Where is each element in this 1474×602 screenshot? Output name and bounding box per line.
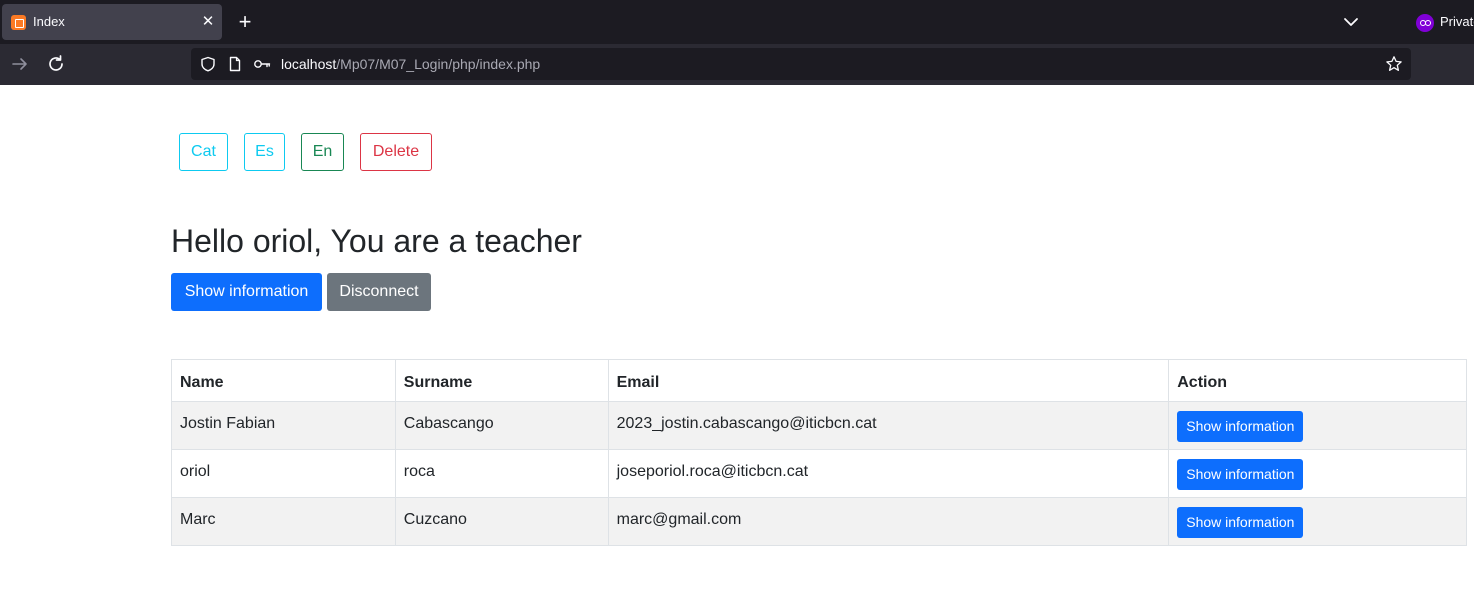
url-host: localhost bbox=[281, 56, 337, 72]
table-row: Jostin Fabian Cabascango 2023_jostin.cab… bbox=[171, 401, 1467, 450]
cell-email: joseporiol.roca@iticbcn.cat bbox=[607, 449, 1170, 498]
key-icon[interactable] bbox=[253, 56, 271, 72]
browser-tab-bar: Index ✕ + Private bbox=[0, 0, 1474, 44]
header-action: Action bbox=[1168, 359, 1467, 402]
cell-name: Jostin Fabian bbox=[171, 401, 396, 450]
cell-surname-text: Cuzcano bbox=[403, 510, 467, 528]
private-mask-icon bbox=[1416, 14, 1434, 32]
cell-surname: roca bbox=[394, 449, 609, 498]
cell-surname: Cabascango bbox=[394, 401, 609, 450]
cell-surname: Cuzcano bbox=[394, 497, 609, 546]
cell-action: Show information bbox=[1168, 449, 1467, 498]
row-show-information-button[interactable]: Show information bbox=[1177, 459, 1304, 490]
greeting-heading: Hello oriol, You are a teacher bbox=[171, 223, 582, 259]
cell-action: Show information bbox=[1168, 401, 1467, 450]
cell-name-text: Jostin Fabian bbox=[180, 414, 276, 432]
cell-surname-text: Cabascango bbox=[403, 414, 494, 432]
url-bar[interactable]: localhost/Mp07/M07_Login/php/index.php bbox=[191, 48, 1411, 80]
table-header-row: Name Surname Email Action bbox=[171, 359, 1467, 402]
cell-name-text: oriol bbox=[180, 462, 211, 480]
row-show-information-button[interactable]: Show information bbox=[1177, 507, 1304, 538]
table-row: oriol roca joseporiol.roca@iticbcn.cat S… bbox=[171, 449, 1467, 498]
show-information-button[interactable]: Show information bbox=[171, 273, 322, 311]
close-icon[interactable]: ✕ bbox=[198, 12, 218, 32]
chevron-down-icon[interactable] bbox=[1339, 10, 1363, 34]
header-email: Email bbox=[607, 359, 1170, 402]
cell-name-text: Marc bbox=[180, 510, 216, 528]
language-button-en[interactable]: En bbox=[301, 133, 344, 171]
star-icon[interactable] bbox=[1385, 55, 1403, 73]
url-path: /Mp07/M07_Login/php/index.php bbox=[336, 56, 541, 72]
cell-surname-text: roca bbox=[403, 462, 435, 480]
plus-icon[interactable]: + bbox=[234, 11, 256, 33]
cell-email-text: marc@gmail.com bbox=[616, 510, 742, 528]
browser-tab[interactable]: Index ✕ bbox=[2, 4, 222, 40]
header-surname: Surname bbox=[394, 359, 609, 402]
page-icon[interactable] bbox=[227, 56, 243, 72]
url-text[interactable]: localhost/Mp07/M07_Login/php/index.php bbox=[281, 56, 540, 72]
tab-title: Index bbox=[33, 14, 65, 29]
delete-button[interactable]: Delete bbox=[360, 133, 432, 171]
cell-name: Marc bbox=[171, 497, 396, 546]
cell-name: oriol bbox=[171, 449, 396, 498]
cell-action: Show information bbox=[1168, 497, 1467, 546]
cell-email: marc@gmail.com bbox=[607, 497, 1170, 546]
header-name: Name bbox=[171, 359, 396, 402]
disconnect-button[interactable]: Disconnect bbox=[327, 273, 431, 311]
page-content: Cat Es En Delete Hello oriol, You are a … bbox=[0, 85, 1474, 602]
users-table: Name Surname Email Action Jostin Fabian … bbox=[171, 359, 1467, 546]
xampp-favicon-icon bbox=[11, 15, 26, 30]
reload-icon[interactable] bbox=[45, 53, 67, 75]
private-label: Private bbox=[1440, 14, 1474, 29]
browser-nav-bar: localhost/Mp07/M07_Login/php/index.php bbox=[0, 44, 1474, 85]
arrow-right-icon[interactable] bbox=[9, 53, 31, 75]
row-show-information-button[interactable]: Show information bbox=[1177, 411, 1304, 442]
cell-email-text: 2023_jostin.cabascango@iticbcn.cat bbox=[616, 414, 877, 432]
cell-email-text: joseporiol.roca@iticbcn.cat bbox=[616, 462, 809, 480]
language-button-cat[interactable]: Cat bbox=[179, 133, 228, 171]
language-button-es[interactable]: Es bbox=[244, 133, 285, 171]
cell-email: 2023_jostin.cabascango@iticbcn.cat bbox=[607, 401, 1170, 450]
shield-icon[interactable] bbox=[200, 56, 216, 72]
table-row: Marc Cuzcano marc@gmail.com Show informa… bbox=[171, 497, 1467, 546]
